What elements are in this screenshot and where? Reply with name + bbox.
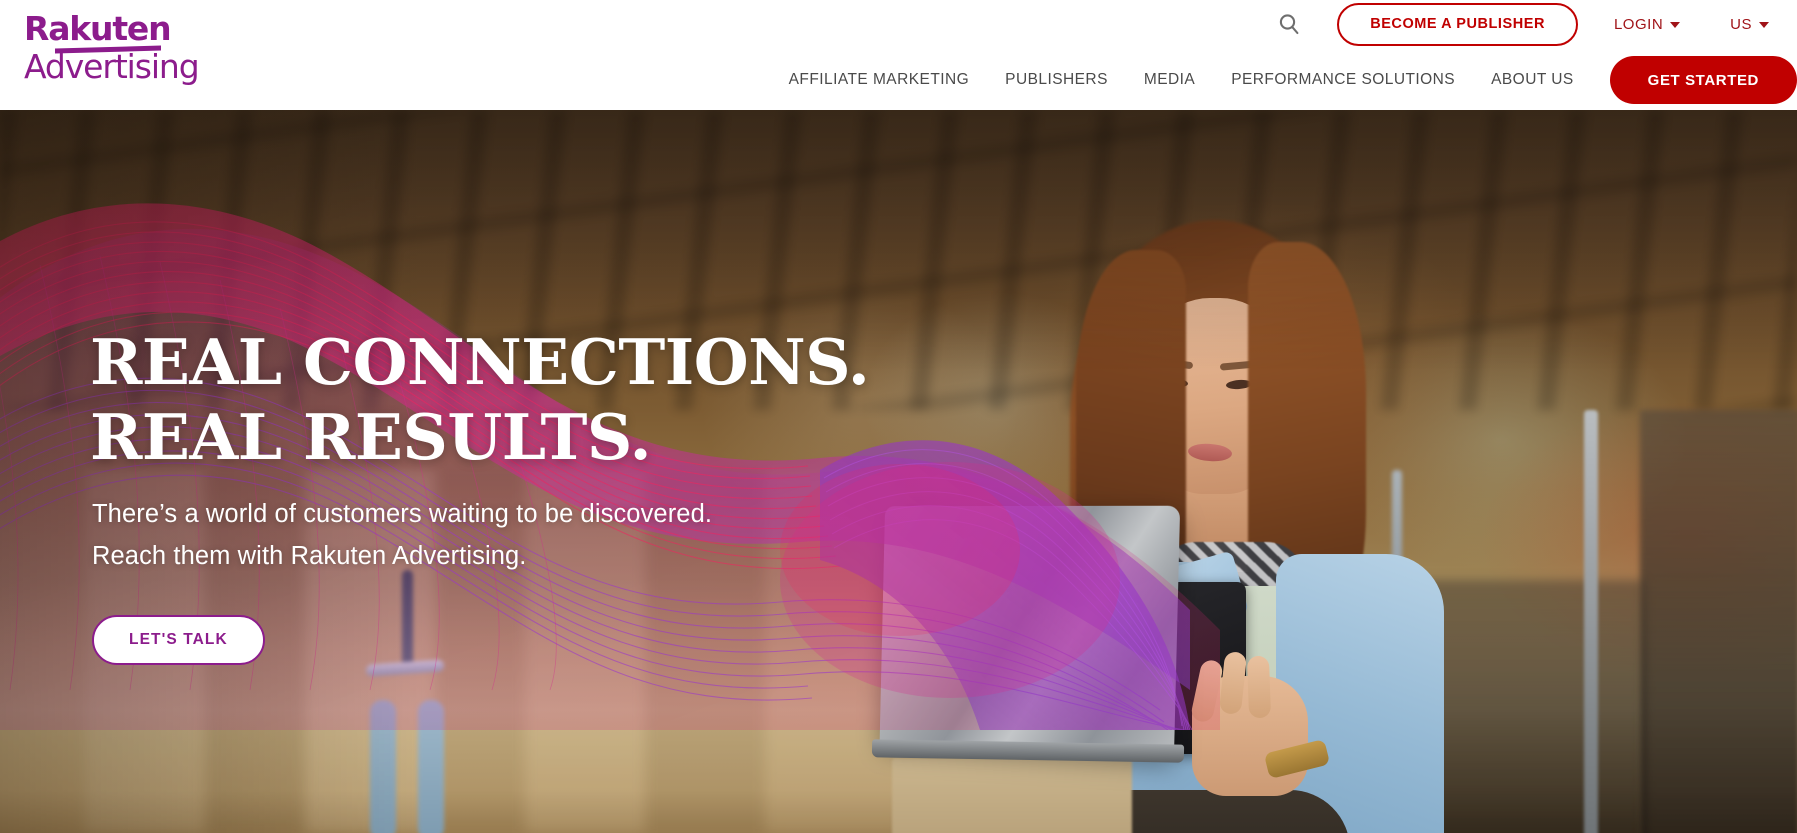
locale-label: US [1730, 15, 1752, 33]
nav-item-publishers[interactable]: PUBLISHERS [1005, 71, 1108, 89]
site-header: Rakuten Advertising BECOME A PUBLISHER L… [0, 0, 1797, 110]
get-started-button[interactable]: GET STARTED [1609, 56, 1797, 104]
chevron-down-icon [1670, 22, 1681, 28]
locale-selector[interactable]: US [1730, 16, 1769, 33]
header-utility-row: BECOME A PUBLISHER LOGIN US [1267, 0, 1781, 48]
nav-item-affiliate-marketing[interactable]: AFFILIATE MARKETING [789, 71, 970, 89]
lets-talk-button[interactable]: LET'S TALK [92, 615, 265, 665]
primary-navigation: AFFILIATE MARKETING PUBLISHERS MEDIA PER… [789, 52, 1797, 108]
hero-banner: REAL CONNECTIONS. REAL RESULTS. There’s … [0, 110, 1797, 833]
login-label: LOGIN [1613, 15, 1664, 33]
become-a-publisher-button[interactable]: BECOME A PUBLISHER [1337, 2, 1578, 46]
nav-item-media[interactable]: MEDIA [1144, 71, 1195, 89]
hero-copy-block: REAL CONNECTIONS. REAL RESULTS. There’s … [90, 325, 1030, 665]
login-menu[interactable]: LOGIN [1613, 15, 1681, 33]
hero-headline: REAL CONNECTIONS. REAL RESULTS. [90, 325, 870, 474]
hero-subheadline: There’s a world of customers waiting to … [92, 500, 713, 570]
site-logo[interactable]: Rakuten Advertising [24, 12, 224, 90]
logo-text-advertising: Advertising [24, 47, 200, 86]
nav-item-about-us[interactable]: ABOUT US [1491, 71, 1574, 89]
search-icon[interactable] [1267, 2, 1311, 46]
logo-text-rakuten: Rakuten [24, 9, 172, 48]
chevron-down-icon [1759, 22, 1769, 28]
nav-item-performance-solutions[interactable]: PERFORMANCE SOLUTIONS [1231, 71, 1455, 89]
